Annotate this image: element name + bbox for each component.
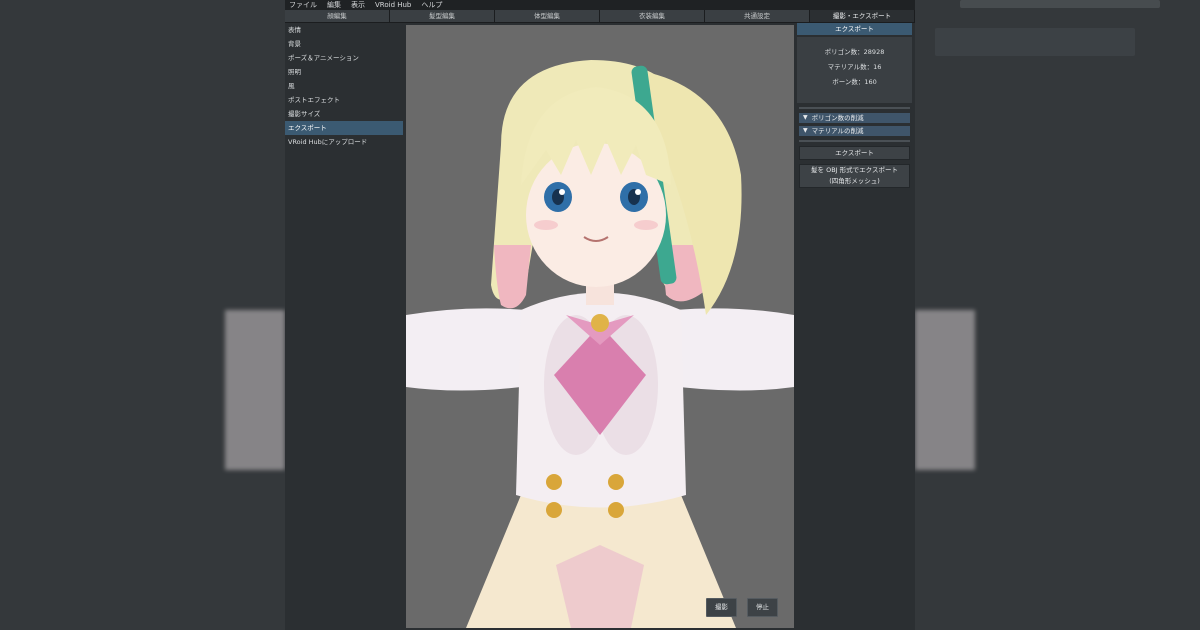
menu-vroid-hub[interactable]: VRoid Hub (375, 0, 411, 10)
reduce-polygons-label: ポリゴン数の削減 (811, 114, 864, 122)
model-stats: ポリゴン数：28928 マテリアル数：16 ボーン数：160 (797, 37, 912, 103)
avatar-character-render (406, 60, 794, 628)
sidebar-item-upload-vroid-hub[interactable]: VRoid Hubにアップロード (285, 135, 403, 149)
tab-common-settings[interactable]: 共通設定 (705, 10, 810, 22)
export-hair-obj-button[interactable]: 髪を OBJ 形式でエクスポート (四角形メッシュ) (799, 164, 910, 188)
divider (799, 107, 910, 109)
tab-photo-export[interactable]: 撮影・エクスポート (810, 10, 915, 22)
bone-count: ボーン数：160 (832, 78, 877, 86)
left-sidebar: 表情 背景 ポーズ＆アニメーション 照明 風 ポストエフェクト 撮影サイズ エク… (285, 23, 403, 630)
reduce-polygons-section[interactable]: ▼ ポリゴン数の削減 (799, 113, 910, 123)
export-panel-header: エクスポート (797, 23, 912, 35)
blurred-header (960, 0, 1160, 8)
sidebar-item-post-effect[interactable]: ポストエフェクト (285, 93, 403, 107)
menu-file[interactable]: ファイル (289, 0, 317, 10)
export-panel: エクスポート ポリゴン数：28928 マテリアル数：16 ボーン数：160 ▼ … (797, 23, 912, 630)
sidebar-item-pose-animation[interactable]: ポーズ＆アニメーション (285, 51, 403, 65)
divider (799, 140, 910, 142)
tab-body-edit[interactable]: 体型編集 (495, 10, 600, 22)
chevron-down-icon: ▼ (803, 127, 808, 134)
sidebar-item-lighting[interactable]: 照明 (285, 65, 403, 79)
menu-bar: ファイル 編集 表示 VRoid Hub ヘルプ (285, 0, 915, 10)
blurred-figure-arm-right (915, 310, 975, 470)
reduce-materials-section[interactable]: ▼ マテリアルの削減 (799, 126, 910, 136)
stop-button[interactable]: 停止 (747, 598, 778, 617)
menu-edit[interactable]: 編集 (327, 0, 341, 10)
sidebar-item-expression[interactable]: 表情 (285, 23, 403, 37)
tab-hair-edit[interactable]: 髪型編集 (390, 10, 495, 22)
menu-view[interactable]: 表示 (351, 0, 365, 10)
chevron-down-icon: ▼ (803, 114, 808, 121)
blurred-backdrop-right (915, 0, 1200, 630)
mode-tabs: 顔編集 髪型編集 体型編集 衣装編集 共通設定 撮影・エクスポート (285, 10, 915, 23)
3d-viewport[interactable]: 撮影 停止 (406, 25, 794, 628)
material-count: マテリアル数：16 (827, 63, 882, 71)
menu-help[interactable]: ヘルプ (421, 0, 442, 10)
blurred-panel (935, 28, 1135, 56)
sidebar-item-export[interactable]: エクスポート (285, 121, 403, 135)
tab-face-edit[interactable]: 顔編集 (285, 10, 390, 22)
export-hair-obj-label: 髪を OBJ 形式でエクスポート (811, 166, 898, 174)
blurred-backdrop-left (0, 0, 285, 630)
sidebar-item-capture-size[interactable]: 撮影サイズ (285, 107, 403, 121)
sidebar-item-wind[interactable]: 風 (285, 79, 403, 93)
export-button[interactable]: エクスポート (799, 146, 910, 160)
capture-button[interactable]: 撮影 (706, 598, 737, 617)
polygon-count: ポリゴン数：28928 (824, 48, 885, 56)
reduce-materials-label: マテリアルの削減 (811, 127, 864, 135)
export-hair-obj-sublabel: (四角形メッシュ) (829, 177, 880, 185)
vroid-studio-window: ファイル 編集 表示 VRoid Hub ヘルプ 顔編集 髪型編集 体型編集 衣… (285, 0, 915, 630)
tab-outfit-edit[interactable]: 衣装編集 (600, 10, 705, 22)
sidebar-item-background[interactable]: 背景 (285, 37, 403, 51)
blurred-figure-arm-left (225, 310, 285, 470)
